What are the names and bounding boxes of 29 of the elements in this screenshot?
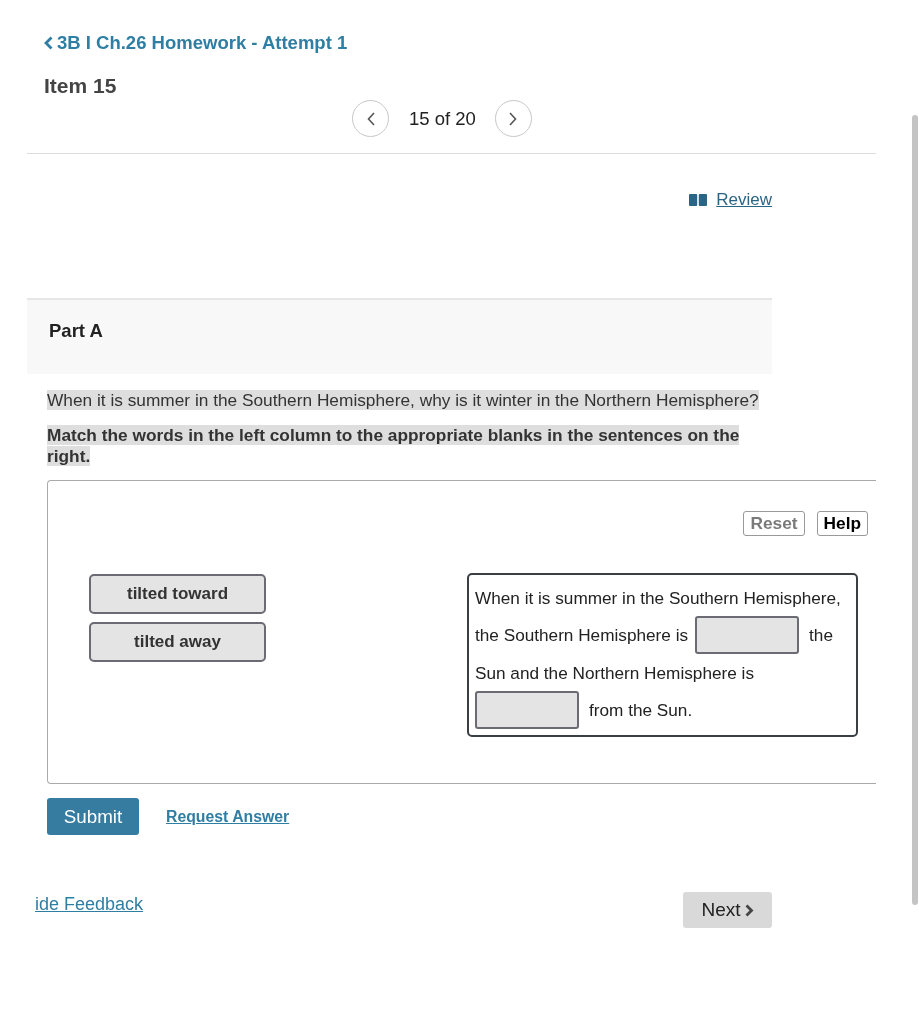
chevron-right-icon	[509, 111, 518, 126]
sentence-text: When it is summer in the Southern Hemisphere,	[475, 587, 841, 608]
next-button[interactable]: Next	[683, 892, 772, 928]
next-item-button[interactable]	[494, 100, 532, 137]
question-text: When it is summer in the Southern Hemisphere, why is it winter in the Northern Hemisphere?	[47, 390, 759, 410]
drop-zone[interactable]	[475, 691, 579, 730]
scrollbar-thumb[interactable]	[912, 115, 918, 905]
chevron-left-icon	[366, 111, 375, 126]
help-button[interactable]: Help	[816, 511, 868, 536]
previous-button[interactable]	[352, 100, 389, 137]
drop-zone[interactable]	[695, 616, 800, 655]
request-answer-link[interactable]: Request Answer	[166, 807, 290, 826]
sentence-text: the Southern Hemisphere is	[475, 625, 689, 646]
back-link[interactable]: 3B I Ch.26 Homework - Attempt 1	[44, 33, 348, 53]
book-icon	[689, 194, 708, 206]
feedback-link[interactable]: ide Feedback	[35, 894, 144, 914]
sentence-text: from the Sun.	[589, 700, 693, 721]
page-counter: 15 of 20	[409, 107, 476, 130]
review-link[interactable]: Review	[716, 190, 772, 210]
sentence-text: Sun and the Northern Hemisphere is	[475, 662, 754, 683]
chevron-left-icon	[44, 36, 53, 50]
sentence-text: the	[809, 625, 833, 646]
word-tile[interactable]: tilted toward	[89, 574, 266, 614]
instruction-text: Match the words in the left column to the appropriate blanks in the sentences on the right.	[47, 425, 741, 467]
chevron-right-icon	[744, 903, 754, 917]
part-title: Part A	[49, 321, 103, 341]
submit-button[interactable]: Submit	[47, 798, 139, 835]
word-tile[interactable]: tilted away	[89, 622, 266, 662]
item-title: Item 15	[44, 74, 117, 98]
